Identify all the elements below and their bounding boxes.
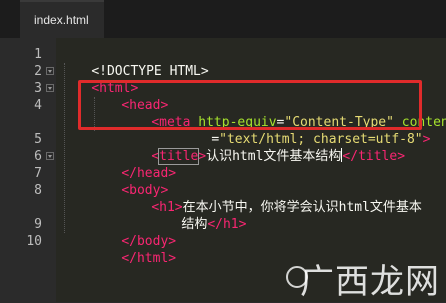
line-number: 2 xyxy=(34,64,42,79)
code-line-10: </html> xyxy=(121,251,177,266)
line-number: 9 xyxy=(34,217,42,232)
line-number: 5 xyxy=(34,132,42,147)
line-number: 1 xyxy=(34,47,42,62)
line-number: 4 xyxy=(34,98,42,113)
tab-filename: index.html xyxy=(34,13,89,27)
tab-index-html[interactable]: index.html xyxy=(20,0,104,38)
watermark-text: 广西龙网 xyxy=(300,263,440,301)
line-number: 6 xyxy=(34,149,42,164)
line-number-gutter: 1 2 3 4 5 6 7 8 9 10 xyxy=(0,38,56,302)
fold-toggle-icon[interactable] xyxy=(46,84,54,92)
line-number: 7 xyxy=(34,166,42,181)
line-number: 10 xyxy=(26,234,42,249)
fold-toggle-icon[interactable] xyxy=(46,152,54,160)
fold-toggle-icon[interactable] xyxy=(46,67,54,75)
line-number: 3 xyxy=(34,81,42,96)
line-number: 8 xyxy=(34,183,42,198)
meta-highlight-box xyxy=(78,80,422,130)
tab-bar: index.html xyxy=(0,0,446,38)
